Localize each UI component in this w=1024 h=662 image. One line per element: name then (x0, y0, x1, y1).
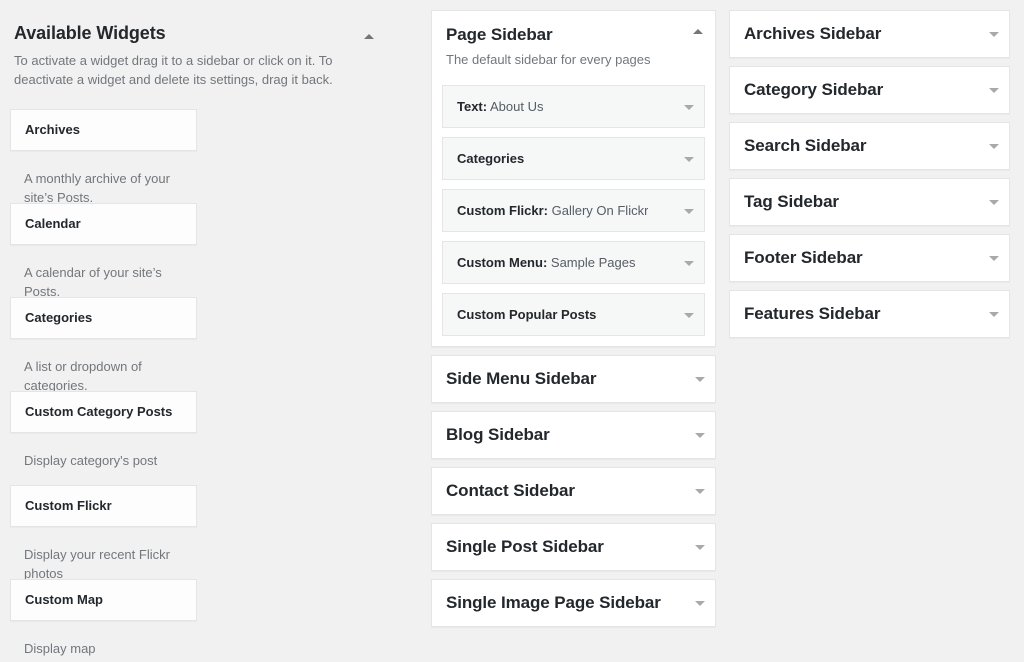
available-widget-title: Custom Category Posts (25, 404, 172, 420)
available-widgets-description: To activate a widget drag it to a sideba… (14, 51, 364, 89)
available-widget-title: Calendar (25, 216, 81, 232)
available-widget-item: Categories A list or dropdown of categori… (10, 297, 197, 391)
sidebar-panel-title: Tag Sidebar (744, 191, 839, 213)
available-widget-item: Archives A monthly archive of your site’s… (10, 109, 197, 203)
available-widget-description: A calendar of your site’s Posts. (10, 245, 197, 297)
sidebars-column-right: Archives Sidebar Category Sidebar Search S… (729, 10, 1010, 346)
sidebar-panel-title: Contact Sidebar (446, 480, 575, 502)
sidebar-panel-description: The default sidebar for every pages (446, 51, 681, 68)
sidebar-panel-collapsed[interactable]: Tag Sidebar (729, 178, 1010, 226)
page-title: Available Widgets (14, 22, 364, 44)
sidebar-panel-title: Single Post Sidebar (446, 536, 604, 558)
sidebar-widget-label: Text: About Us (457, 99, 543, 115)
sidebar-panel-collapsed[interactable]: Footer Sidebar (729, 234, 1010, 282)
available-widget-card[interactable]: Calendar (10, 203, 197, 245)
sidebar-panel-header[interactable]: Page Sidebar The default sidebar for eve… (432, 11, 715, 79)
available-widget-item: Custom Category Posts Display category's … (10, 391, 197, 485)
available-widgets-header: Available Widgets To activate a widget d… (10, 14, 390, 89)
chevron-down-icon[interactable] (684, 105, 694, 110)
chevron-down-icon[interactable] (989, 88, 999, 93)
chevron-down-icon[interactable] (989, 144, 999, 149)
sidebar-panel-collapsed[interactable]: Contact Sidebar (431, 467, 716, 515)
sidebar-panel-title: Footer Sidebar (744, 247, 863, 269)
sidebar-widget-row[interactable]: Custom Menu: Sample Pages (442, 241, 705, 284)
available-widget-title: Categories (25, 310, 92, 326)
available-widget-description: A list or dropdown of categories. (10, 339, 197, 391)
sidebar-panel-collapsed[interactable]: Side Menu Sidebar (431, 355, 716, 403)
chevron-down-icon[interactable] (989, 256, 999, 261)
sidebar-widget-label: Custom Popular Posts (457, 307, 596, 323)
sidebar-widget-list: Text: About Us Categories Custom Flickr: G… (432, 79, 715, 346)
sidebar-panel-title: Side Menu Sidebar (446, 368, 596, 390)
chevron-down-icon[interactable] (695, 433, 705, 438)
widgets-admin-page: Available Widgets To activate a widget d… (0, 0, 1024, 662)
available-widget-card[interactable]: Archives (10, 109, 197, 151)
sidebar-widget-row[interactable]: Text: About Us (442, 85, 705, 128)
available-widget-card[interactable]: Custom Category Posts (10, 391, 197, 433)
collapsed-sidebars-middle: Side Menu Sidebar Blog Sidebar Contact Sid… (431, 355, 716, 627)
sidebar-widget-label: Categories (457, 151, 524, 167)
available-widget-card[interactable]: Custom Flickr (10, 485, 197, 527)
sidebar-panel-collapsed[interactable]: Features Sidebar (729, 290, 1010, 338)
sidebars-column-middle: Page Sidebar The default sidebar for eve… (431, 10, 716, 635)
sidebar-panel-title: Search Sidebar (744, 135, 866, 157)
available-widgets-panel: Available Widgets To activate a widget d… (0, 0, 400, 662)
sidebar-panel-title: Page Sidebar (446, 24, 681, 46)
available-widget-card[interactable]: Categories (10, 297, 197, 339)
chevron-down-icon[interactable] (695, 601, 705, 606)
available-widget-item: Custom Flickr Display your recent Flickr … (10, 485, 197, 579)
sidebar-panel-title: Blog Sidebar (446, 424, 550, 446)
sidebar-panel-collapsed[interactable]: Single Image Page Sidebar (431, 579, 716, 627)
sidebar-panel-page-sidebar: Page Sidebar The default sidebar for eve… (431, 10, 716, 347)
sidebar-widget-row[interactable]: Categories (442, 137, 705, 180)
chevron-down-icon[interactable] (695, 377, 705, 382)
chevron-down-icon[interactable] (684, 313, 694, 318)
sidebar-widget-row[interactable]: Custom Popular Posts (442, 293, 705, 336)
chevron-down-icon[interactable] (684, 209, 694, 214)
sidebar-panel-title: Features Sidebar (744, 303, 880, 325)
available-widgets-grid: Archives A monthly archive of your site’s… (10, 109, 390, 662)
sidebar-panel-title: Archives Sidebar (744, 23, 881, 45)
available-widget-title: Archives (25, 122, 80, 138)
sidebar-widget-label: Custom Menu: Sample Pages (457, 255, 635, 271)
sidebar-panel-collapsed[interactable]: Archives Sidebar (729, 10, 1010, 58)
available-widget-title: Custom Map (25, 592, 103, 608)
sidebar-panel-collapsed[interactable]: Single Post Sidebar (431, 523, 716, 571)
triangle-up-icon[interactable] (693, 29, 703, 34)
sidebar-panel-title: Category Sidebar (744, 79, 883, 101)
available-widget-item: Calendar A calendar of your site’s Posts. (10, 203, 197, 297)
chevron-down-icon[interactable] (989, 312, 999, 317)
chevron-down-icon[interactable] (695, 545, 705, 550)
available-widget-description: Display map (10, 621, 197, 662)
chevron-down-icon[interactable] (989, 32, 999, 37)
available-widget-description: A monthly archive of your site’s Posts. (10, 151, 197, 203)
available-widget-description: Display category's post (10, 433, 197, 485)
available-widget-title: Custom Flickr (25, 498, 112, 514)
sidebar-panel-collapsed[interactable]: Category Sidebar (729, 66, 1010, 114)
available-widget-card[interactable]: Custom Map (10, 579, 197, 621)
triangle-up-icon[interactable] (360, 27, 380, 47)
sidebar-panel-title: Single Image Page Sidebar (446, 592, 661, 614)
chevron-down-icon[interactable] (989, 200, 999, 205)
sidebar-widget-row[interactable]: Custom Flickr: Gallery On Flickr (442, 189, 705, 232)
chevron-down-icon[interactable] (695, 489, 705, 494)
sidebar-panel-collapsed[interactable]: Search Sidebar (729, 122, 1010, 170)
sidebar-panel-collapsed[interactable]: Blog Sidebar (431, 411, 716, 459)
chevron-down-icon[interactable] (684, 261, 694, 266)
available-widget-description: Display your recent Flickr photos (10, 527, 197, 579)
available-widget-item: Custom Map Display map (10, 579, 197, 662)
sidebar-widget-label: Custom Flickr: Gallery On Flickr (457, 203, 648, 219)
collapsed-sidebars-right: Archives Sidebar Category Sidebar Search S… (729, 10, 1010, 338)
chevron-down-icon[interactable] (684, 157, 694, 162)
